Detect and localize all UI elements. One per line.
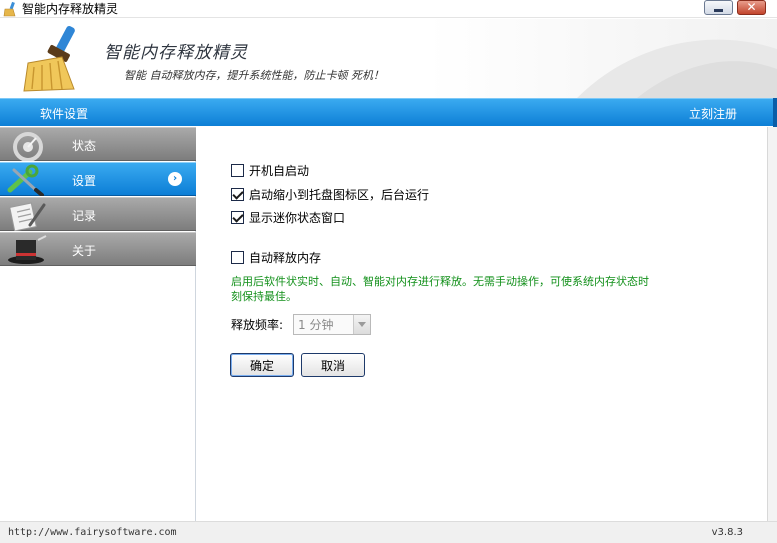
chevron-down-icon[interactable] (353, 315, 370, 334)
frequency-value: 1 分钟 (298, 318, 334, 332)
frequency-label: 释放频率: (231, 318, 284, 332)
autostart-checkbox[interactable] (231, 163, 244, 177)
app-header: 智能内存释放精灵 智能 自动释放内存，提升系统性能，防止卡顿 死机！ (0, 19, 777, 98)
bar-edge (773, 98, 777, 127)
magic-hat-icon (8, 235, 47, 264)
window-title: 智能内存释放精灵 (22, 2, 119, 16)
window-titlebar: 智能内存释放精灵 ✕ (0, 0, 777, 18)
option-auto-release[interactable]: 自动释放内存 (231, 249, 321, 265)
option-autostart[interactable]: 开机自启动 (231, 162, 309, 178)
minimize-to-tray-checkbox[interactable] (231, 187, 244, 201)
frequency-select[interactable]: 1 分钟 (293, 314, 371, 335)
section-title: 软件设置 (40, 107, 89, 121)
sidebar-item-label: 关于 (72, 244, 97, 258)
app-name: 智能内存释放精灵 (104, 43, 248, 63)
sidebar-item-settings[interactable]: 设置 › (0, 162, 196, 196)
option-label: 开机自启动 (249, 163, 310, 178)
gauge-icon (13, 132, 43, 161)
sidebar-item-label: 设置 (72, 174, 97, 188)
option-mini-window[interactable]: 显示迷你状态窗口 (231, 209, 345, 225)
register-link[interactable]: 立刻注册 (689, 105, 737, 122)
sidebar-item-records[interactable]: 记录 (0, 197, 196, 231)
broom-icon (3, 1, 16, 17)
section-bar: 软件设置 立刻注册 (0, 98, 777, 127)
auto-release-description: 启用后软件状实时、自动、智能对内存进行释放。无需手动操作，可使系统内存状态时刻保… (231, 275, 649, 303)
right-edge-panel (767, 127, 777, 521)
minimize-button[interactable] (704, 0, 733, 15)
option-label: 自动释放内存 (249, 250, 322, 265)
option-label: 显示迷你状态窗口 (249, 210, 346, 225)
minimize-icon (714, 9, 723, 12)
settings-panel: 开机自启动 启动缩小到托盘图标区，后台运行 显示迷你状态窗口 自动释放内存 启用… (197, 127, 767, 521)
version-label: v3.8.3 (711, 527, 743, 538)
broom-logo-icon (23, 26, 75, 92)
clipboard-pen-icon (9, 202, 46, 231)
option-label: 启动缩小到托盘图标区，后台运行 (249, 187, 430, 202)
option-minimize-to-tray[interactable]: 启动缩小到托盘图标区，后台运行 (231, 186, 429, 202)
ok-button[interactable]: 确定 (230, 353, 294, 377)
auto-release-checkbox[interactable] (231, 250, 244, 264)
sidebar-item-about[interactable]: 关于 (0, 232, 196, 266)
sidebar-item-label: 记录 (72, 209, 97, 223)
close-icon: ✕ (746, 0, 757, 14)
website-link[interactable]: http://www.fairysoftware.com (8, 527, 177, 538)
cancel-button[interactable]: 取消 (301, 353, 365, 377)
close-button[interactable]: ✕ (737, 0, 766, 15)
status-bar: http://www.fairysoftware.com v3.8.3 (0, 521, 777, 543)
sidebar-item-status[interactable]: 状态 (0, 127, 196, 161)
wrench-screwdriver-icon (7, 164, 44, 196)
sidebar-item-label: 状态 (72, 139, 97, 153)
header-decoration (577, 39, 777, 98)
app-slogan: 智能 自动释放内存，提升系统性能，防止卡顿 死机！ (124, 69, 384, 82)
chevron-right-icon: › (168, 172, 182, 186)
sidebar: 状态 设置 › 记录 关于 (0, 127, 196, 521)
mini-window-checkbox[interactable] (231, 210, 244, 224)
